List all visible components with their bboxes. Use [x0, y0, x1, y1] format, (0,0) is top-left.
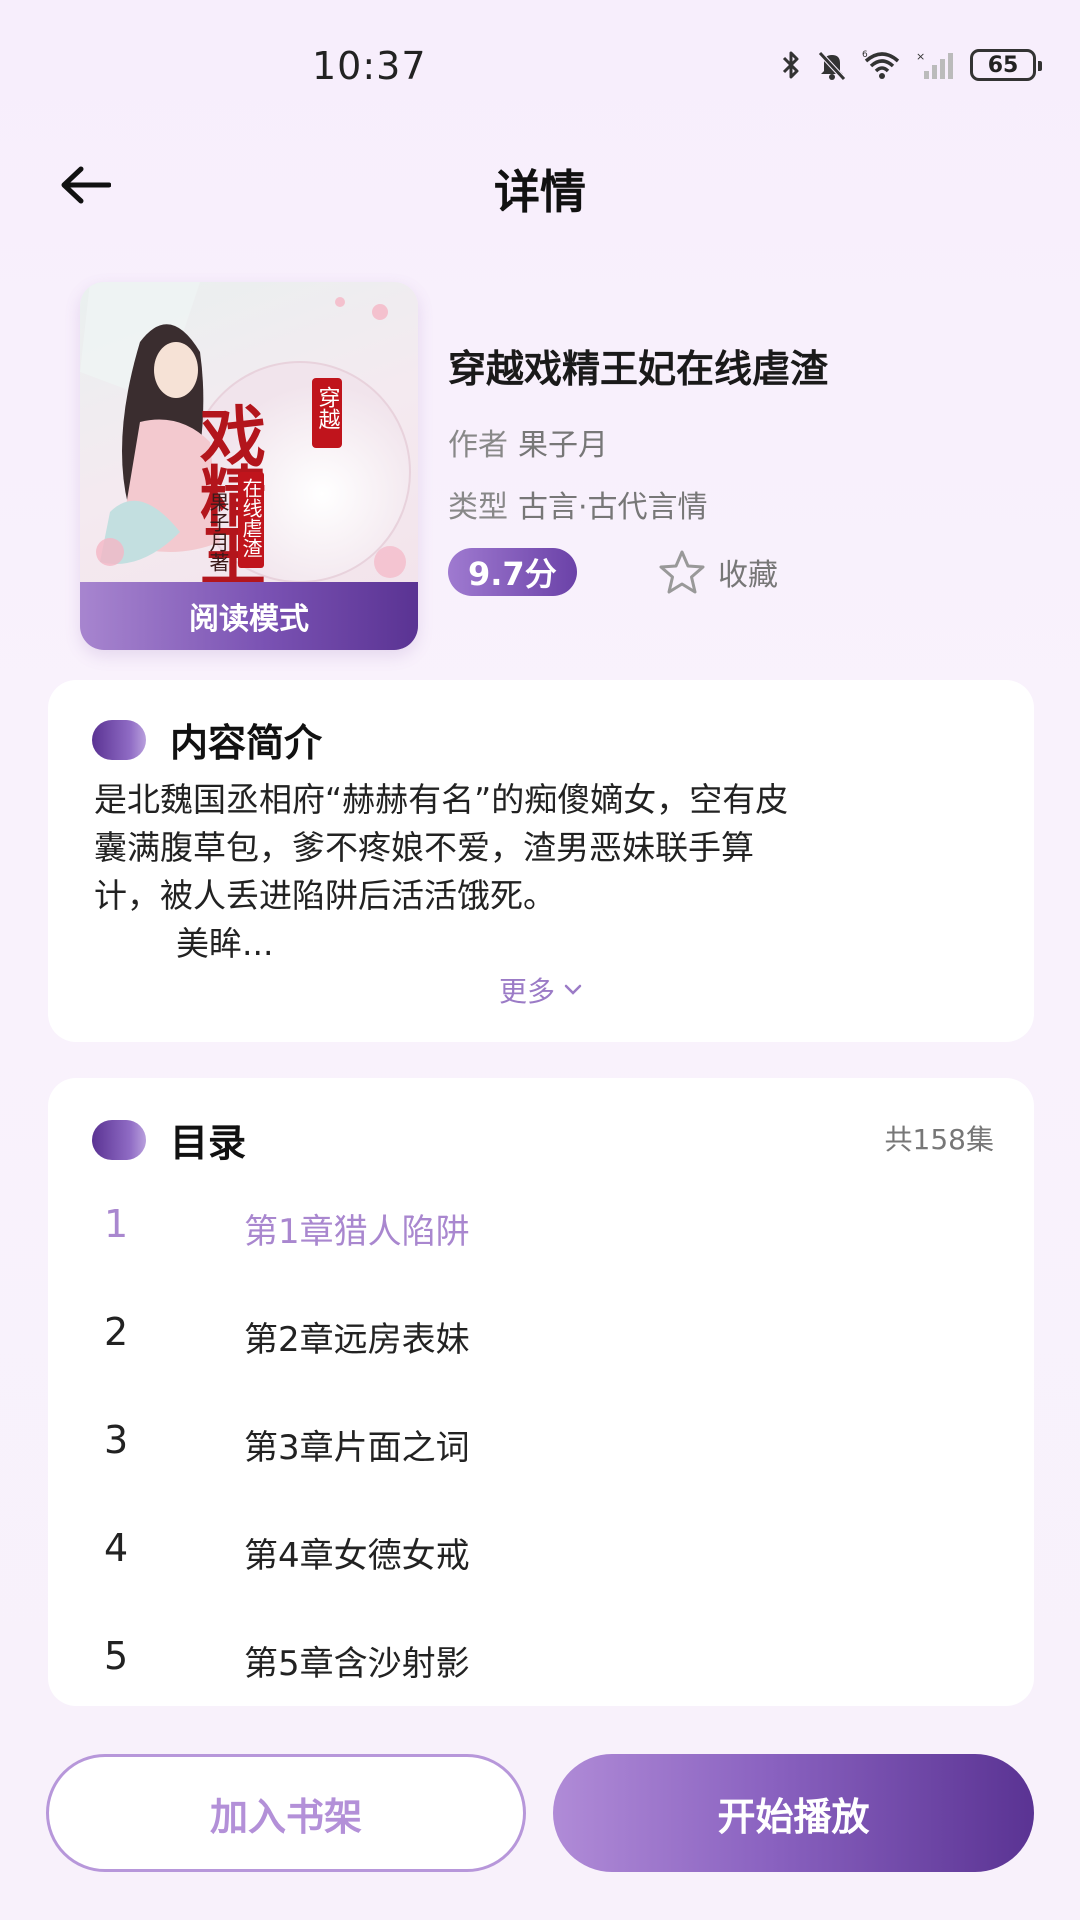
type-label: 类型	[448, 490, 508, 525]
chapter-name: 第5章含沙射影	[244, 1644, 470, 1684]
more-label: 更多	[498, 975, 555, 1008]
intro-title: 内容简介	[170, 721, 323, 765]
intro-line: 美眸...	[176, 924, 274, 963]
cover-author-sign: 果子月著	[206, 492, 230, 572]
catalog-header: 目录	[92, 1112, 246, 1167]
reading-mode-badge[interactable]: 阅读模式	[80, 582, 418, 650]
chevron-down-icon	[564, 984, 582, 995]
intro-text: 是北魏国丞相府“赫赫有名”的痴傻嫡女，空有皮 囊满腹草包，爹不疼娘不爱，渣男恶妹…	[94, 776, 994, 968]
catalog-card: 目录 共158集 1 第1章猎人陷阱 2 第2章远房表妹 3 第3章片面之词 4…	[48, 1078, 1034, 1706]
chapter-number: 5	[104, 1634, 129, 1678]
section-marker-icon	[92, 719, 146, 760]
chapter-row[interactable]: 2 第2章远房表妹	[48, 1280, 1034, 1388]
favorite-button[interactable]: 收藏	[658, 548, 778, 596]
chapter-row[interactable]: 3 第3章片面之词	[48, 1388, 1034, 1496]
chapter-row[interactable]: 1 第1章猎人陷阱	[48, 1172, 1034, 1280]
book-type: 类型 古言·古代言情	[448, 482, 708, 526]
catalog-title: 目录	[170, 1121, 247, 1165]
type-value: 古言·古代言情	[518, 490, 708, 525]
book-title: 穿越戏精王妃在线虐渣	[448, 347, 829, 391]
chapter-number: 3	[104, 1418, 129, 1462]
wifi-icon: 6	[862, 50, 900, 79]
signal-icon: ×	[916, 50, 953, 79]
svg-text:×: ×	[916, 50, 925, 63]
book-cover[interactable]: 戏精王妃 穿越 在线虐渣 果子月著 阅读模式	[80, 282, 418, 650]
svg-text:6: 6	[862, 50, 868, 60]
intro-line: 计，被人丢进陷阱后活活饿死。	[94, 876, 556, 915]
top-bar: 详情	[0, 140, 1080, 230]
section-marker-icon	[92, 1119, 146, 1160]
intro-line: 囊满腹草包，爹不疼娘不爱，渣男恶妹联手算	[94, 828, 754, 867]
score-badge: 9.7分	[448, 548, 577, 596]
add-to-shelf-button[interactable]: 加入书架	[46, 1754, 526, 1872]
cover-tag-text: 穿越	[315, 386, 341, 430]
status-icons: 6 × 65	[780, 48, 1042, 82]
start-playing-button[interactable]: 开始播放	[553, 1754, 1034, 1872]
intro-header: 内容简介	[92, 712, 322, 767]
cover-illustration: 戏精王妃 穿越 在线虐渣 果子月著	[80, 282, 411, 582]
status-time: 10:37	[312, 44, 427, 88]
page-title: 详情	[494, 165, 586, 219]
chapter-row[interactable]: 5 第5章含沙射影	[48, 1604, 1034, 1712]
intro-line: 是北魏国丞相府“赫赫有名”的痴傻嫡女，空有皮	[94, 780, 789, 819]
intro-card: 内容简介 是北魏国丞相府“赫赫有名”的痴傻嫡女，空有皮 囊满腹草包，爹不疼娘不爱…	[48, 680, 1034, 1042]
chapter-row[interactable]: 4 第4章女德女戒	[48, 1496, 1034, 1604]
book-author: 作者 果子月	[448, 420, 608, 464]
chapter-number: 2	[104, 1310, 129, 1354]
star-icon	[659, 550, 705, 594]
bluetooth-icon	[782, 51, 799, 79]
mute-bell-icon	[818, 51, 846, 81]
bottom-action-bar: 加入书架 开始播放	[0, 1754, 1080, 1874]
more-button[interactable]: 更多	[48, 970, 1034, 1010]
chapter-number: 4	[104, 1526, 129, 1570]
favorite-label: 收藏	[718, 558, 778, 593]
chapter-number: 1	[104, 1202, 129, 1246]
chapter-name: 第4章女德女戒	[244, 1536, 470, 1576]
cover-sub-text: 在线虐渣	[239, 478, 263, 558]
author-label: 作者	[448, 428, 508, 463]
episode-count: 共158集	[884, 1123, 994, 1156]
chapter-name: 第3章片面之词	[244, 1428, 470, 1468]
chapter-name: 第2章远房表妹	[244, 1320, 470, 1360]
battery-icon: 65	[970, 49, 1042, 81]
chapter-name: 第1章猎人陷阱	[244, 1212, 470, 1252]
status-bar: 10:37 6 × 65	[0, 0, 1080, 130]
author-value[interactable]: 果子月	[518, 428, 608, 463]
